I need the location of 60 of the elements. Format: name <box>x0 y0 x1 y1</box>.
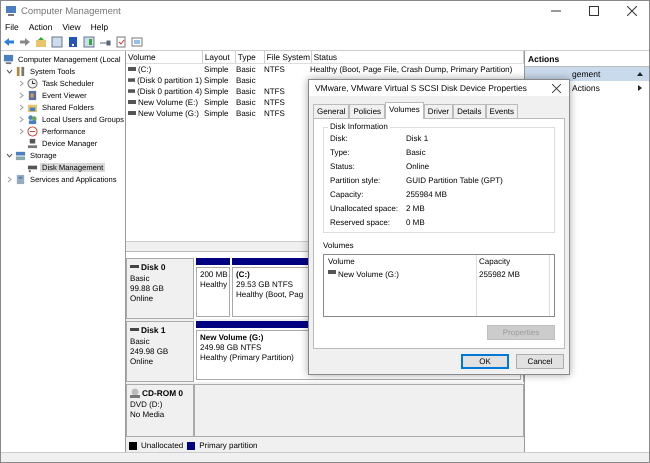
list-cell: 255982 MB <box>479 270 520 279</box>
field-label: Disk: <box>330 134 349 143</box>
partition-status: Healthy <box>200 280 228 289</box>
table-cell: NTFS <box>264 98 285 107</box>
field-label: Unallocated space: <box>330 204 400 213</box>
table-cell: Simple <box>204 109 228 118</box>
table-cell: Healthy (Boot, Page File, Crash Dump, Primary Partition) <box>310 65 512 74</box>
disk-name: Disk 0 <box>141 262 166 272</box>
field-value: Disk 1 <box>406 134 428 143</box>
disk-detail: DVD (D:) <box>130 400 164 409</box>
table-cell: NTFS <box>264 87 285 96</box>
disk-name: Disk 1 <box>141 325 166 335</box>
disk-detail: 249.98 GB <box>130 347 170 356</box>
disk-detail: No Media <box>130 410 166 419</box>
table-cell: (Disk 0 partition 4) <box>137 87 202 96</box>
partition-size: 29.53 GB NTFS <box>236 280 293 289</box>
table-cell: Basic <box>236 76 256 85</box>
partition-name: (C:) <box>236 270 250 279</box>
legend-label: Unallocated <box>141 441 184 450</box>
partition-status: Healthy (Boot, Pag <box>236 290 304 299</box>
disk-name: CD-ROM 0 <box>142 388 184 398</box>
table-cell: (Disk 0 partition 1) <box>137 76 202 85</box>
field-value: Online <box>406 162 430 171</box>
group-title: Disk Information <box>328 122 390 131</box>
field-label: Reserved space: <box>330 218 392 227</box>
table-cell: NTFS <box>264 65 285 74</box>
field-label: Type: <box>330 148 351 157</box>
field-label: Partition style: <box>330 176 382 185</box>
disk-detail: Basic <box>130 274 151 283</box>
field-value: Basic <box>406 148 426 157</box>
disk-detail: Basic <box>130 337 151 346</box>
field-value: GUID Partition Table (GPT) <box>406 176 503 185</box>
table-cell: Basic <box>236 65 256 74</box>
table-cell: Simple <box>204 65 228 74</box>
volumes-label: Volumes <box>323 241 355 250</box>
partition-name: New Volume (G:) <box>200 333 264 342</box>
field-value: 255984 MB <box>406 190 447 199</box>
field-label: Status: <box>330 162 356 171</box>
disk-detail: Online <box>130 357 154 366</box>
partition-size: 249.98 GB NTFS <box>200 343 262 352</box>
table-cell: NTFS <box>264 109 285 118</box>
field-value: 2 MB <box>406 204 425 213</box>
disk-detail: Online <box>130 294 154 303</box>
table-cell: Simple <box>204 98 228 107</box>
partition-size: 200 MB <box>200 270 228 279</box>
table-cell: New Volume (E:) <box>138 98 198 107</box>
table-cell: Simple <box>204 76 228 85</box>
field-label: Capacity: <box>330 190 364 199</box>
partition-status: Healthy (Primary Partition) <box>200 353 294 362</box>
legend-label: Primary partition <box>199 441 258 450</box>
table-cell: Basic <box>236 98 256 107</box>
table-cell: Simple <box>204 87 228 96</box>
table-cell: Basic <box>236 109 256 118</box>
dialog-title: VMware, VMware Virtual S SCSI Disk Device Properties <box>315 83 528 93</box>
field-value: 0 MB <box>406 218 425 227</box>
window-title: Computer Management <box>21 6 122 16</box>
table-cell: Basic <box>236 87 256 96</box>
table-cell: (C:) <box>138 65 152 74</box>
disk-detail: 99.88 GB <box>130 284 165 293</box>
table-cell: New Volume (G:) <box>138 109 199 118</box>
